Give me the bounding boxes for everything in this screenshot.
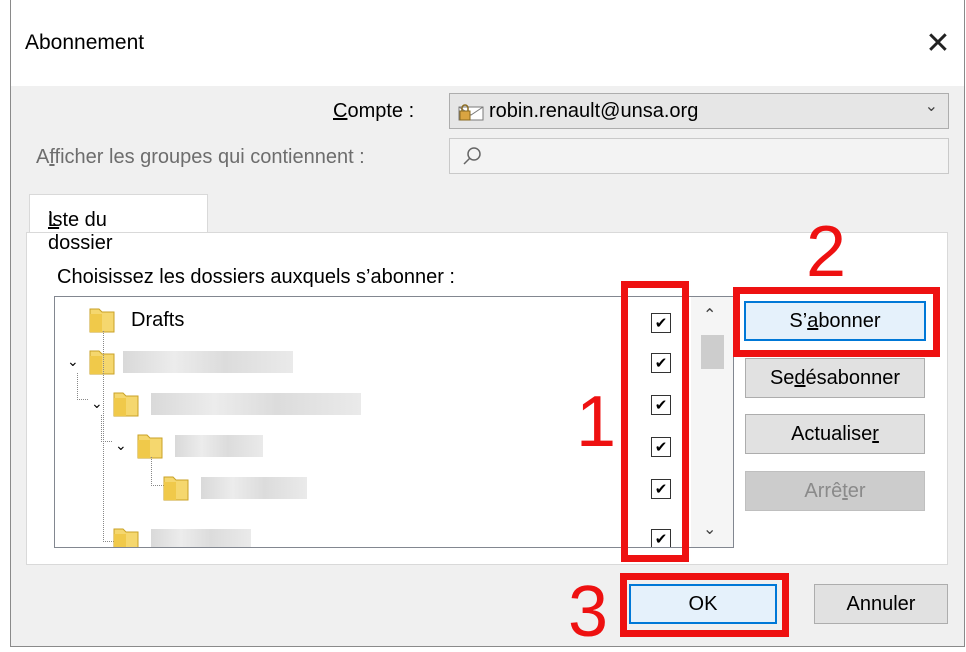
stop-button[interactable]: Arrê t er (745, 471, 925, 511)
scroll-thumb[interactable] (701, 335, 724, 369)
chevron-down-icon[interactable]: ⌄ (703, 519, 716, 539)
search-icon (462, 145, 484, 167)
redacted-folder-name (151, 393, 361, 415)
annotation-number-1: 1 (576, 382, 617, 462)
account-select[interactable]: robin.renault@unsa.org ⌄ (449, 93, 949, 129)
redacted-folder-name (201, 477, 307, 499)
subscribe-dialog: Abonnement ✕ Compte : robin.renault@unsa… (10, 0, 965, 652)
chevron-up-icon[interactable]: ⌃ (703, 305, 716, 325)
expand-icon: ⌄ (91, 395, 103, 411)
unsubscribe-button[interactable]: Se d ésabonner (745, 358, 925, 398)
folder-icon (163, 473, 189, 501)
list-item[interactable]: Drafts ✔ (55, 303, 705, 343)
account-label: Compte : (333, 100, 415, 122)
redacted-folder-name (175, 435, 263, 457)
cancel-button[interactable]: Annuler (814, 584, 948, 624)
folder-icon (137, 431, 163, 459)
annotation-box-1 (621, 281, 689, 562)
list-item[interactable]: ✔ (55, 457, 705, 509)
folder-icon (89, 305, 115, 333)
list-item[interactable]: ⌄ ✔ (55, 343, 705, 383)
account-icon (458, 103, 484, 121)
folders-prompt: Choisissez les dossiers auxquels s’abonn… (57, 266, 455, 288)
annotation-number-2: 2 (806, 212, 847, 292)
annotation-box-2 (733, 287, 940, 357)
list-item[interactable]: ✔ (55, 331, 705, 547)
close-button[interactable]: ✕ (912, 18, 964, 68)
redacted-folder-name (151, 529, 251, 547)
annotation-box-3 (620, 573, 789, 637)
expand-icon: ⌄ (67, 353, 79, 369)
close-icon: ✕ (925, 26, 951, 60)
folder-icon (113, 525, 139, 547)
redacted-folder-name (123, 351, 293, 373)
folder-name: Drafts (131, 309, 185, 331)
vertical-scrollbar[interactable]: ⌃ ⌄ (691, 297, 733, 547)
dialog-title: Abonnement (25, 31, 145, 54)
tab-folder-list[interactable]: Liste du dossier (29, 194, 208, 254)
account-value: robin.renault@unsa.org (489, 100, 699, 122)
refresh-button[interactable]: Actualise r (745, 414, 925, 454)
folder-icon (113, 389, 139, 417)
title-bar: Abonnement ✕ (11, 0, 964, 86)
chevron-down-icon: ⌄ (924, 98, 938, 115)
filter-label: Afficher les groupes qui contiennent : (36, 146, 365, 168)
annotation-number-3: 3 (568, 572, 609, 652)
expand-icon: ⌄ (115, 437, 127, 453)
search-input[interactable] (449, 138, 949, 174)
